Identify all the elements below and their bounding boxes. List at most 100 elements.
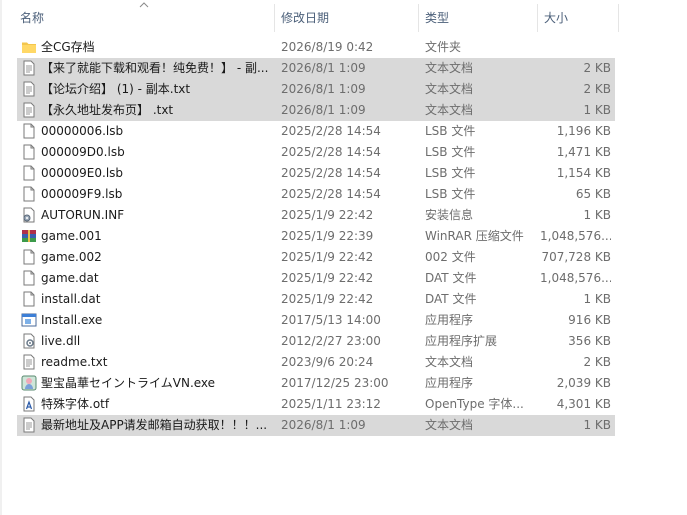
file-type: 文本文档 [425, 355, 474, 369]
file-size: 707,728 KB [541, 250, 611, 264]
text-file-icon [21, 60, 37, 76]
column-header-bar: 名称 修改日期 类型 大小 [0, 0, 687, 36]
file-name[interactable]: 000009F9.lsb [41, 184, 271, 205]
file-type: 文本文档 [425, 82, 474, 96]
file-size: 1,471 KB [556, 145, 611, 159]
file-size: 1,196 KB [556, 124, 611, 138]
file-icon [21, 249, 37, 265]
file-name[interactable]: 全CG存档 [41, 37, 271, 58]
file-row[interactable]: game.dat 2025/1/9 22:42 DAT 文件 1,048,576... [0, 268, 687, 289]
file-row[interactable]: 【永久地址发布页】 .txt 2026/8/1 1:09 文本文档 1 KB [0, 100, 687, 121]
column-header-date[interactable]: 修改日期 [275, 0, 418, 36]
file-name[interactable]: install.dat [41, 289, 271, 310]
file-name[interactable]: 00000006.lsb [41, 121, 271, 142]
file-name[interactable]: 000009E0.lsb [41, 163, 271, 184]
file-size: 1,154 KB [556, 166, 611, 180]
file-type: OpenType 字体... [425, 397, 524, 411]
file-size: 1 KB [583, 208, 611, 222]
file-type: 应用程序扩展 [425, 334, 498, 348]
file-size: 2,039 KB [556, 376, 611, 390]
file-name[interactable]: 最新地址及APP请发邮箱自动获取！！！... [41, 415, 271, 436]
file-name[interactable]: game.dat [41, 268, 271, 289]
settings-file-icon [21, 207, 37, 223]
file-name[interactable]: Install.exe [41, 310, 271, 331]
file-modified-date: 2025/1/9 22:42 [281, 292, 374, 306]
file-row[interactable]: 000009E0.lsb 2025/2/28 14:54 LSB 文件 1,154 K… [0, 163, 687, 184]
file-row[interactable]: Install.exe 2017/5/13 14:00 应用程序 916 KB [0, 310, 687, 331]
file-row[interactable]: game.001 2025/1/9 22:39 WinRAR 压缩文件 1,048,5… [0, 226, 687, 247]
file-type: 应用程序 [425, 313, 474, 327]
file-size: 356 KB [568, 334, 611, 348]
file-modified-date: 2025/1/11 23:12 [281, 397, 381, 411]
file-modified-date: 2025/2/28 14:54 [281, 145, 381, 159]
file-size: 2 KB [583, 61, 611, 75]
text-file-icon [21, 354, 37, 370]
file-row[interactable]: 00000006.lsb 2025/2/28 14:54 LSB 文件 1,196 K… [0, 121, 687, 142]
dll-file-icon [21, 333, 37, 349]
file-type: DAT 文件 [425, 292, 477, 306]
file-size: 1 KB [583, 292, 611, 306]
file-name[interactable]: 000009D0.lsb [41, 142, 271, 163]
file-type: LSB 文件 [425, 187, 476, 201]
file-row[interactable]: 000009F9.lsb 2025/2/28 14:54 LSB 文件 65 KB [0, 184, 687, 205]
file-size: 1,048,576... [540, 271, 611, 285]
file-icon [21, 123, 37, 139]
file-name[interactable]: game.002 [41, 247, 271, 268]
file-type: 文本文档 [425, 61, 474, 75]
file-size [540, 37, 611, 58]
file-modified-date: 2025/2/28 14:54 [281, 124, 381, 138]
file-row[interactable]: AUTORUN.INF 2025/1/9 22:42 安装信息 1 KB [0, 205, 687, 226]
file-modified-date: 2026/8/1 1:09 [281, 418, 366, 432]
file-row[interactable]: install.dat 2025/1/9 22:42 DAT 文件 1 KB [0, 289, 687, 310]
file-row[interactable]: 【论坛介绍】 (1) - 副本.txt 2026/8/1 1:09 文本文档 2 KB [0, 79, 687, 100]
file-size: 1 KB [583, 418, 611, 432]
file-type: WinRAR 压缩文件 [425, 229, 524, 243]
folder-icon [21, 39, 37, 55]
file-type: LSB 文件 [425, 124, 476, 138]
file-modified-date: 2025/1/9 22:39 [281, 229, 374, 243]
file-row[interactable]: readme.txt 2023/9/6 20:24 文本文档 2 KB [0, 352, 687, 373]
file-size: 4,301 KB [556, 397, 611, 411]
file-name[interactable]: 特殊字体.otf [41, 394, 271, 415]
file-name[interactable]: readme.txt [41, 352, 271, 373]
column-header-size[interactable]: 大小 [538, 0, 618, 36]
column-divider[interactable] [618, 4, 619, 32]
file-type: 文件夹 [425, 40, 462, 54]
file-modified-date: 2025/1/9 22:42 [281, 250, 374, 264]
file-name[interactable]: game.001 [41, 226, 271, 247]
file-name[interactable]: 【来了就能下载和观看！纯免费！】 - 副... [41, 58, 271, 79]
file-name[interactable]: 【论坛介绍】 (1) - 副本.txt [41, 79, 271, 100]
file-row[interactable]: 最新地址及APP请发邮箱自动获取！！！... 2026/8/1 1:09 文本文档 1… [0, 415, 687, 436]
file-icon [21, 291, 37, 307]
file-row[interactable]: 000009D0.lsb 2025/2/28 14:54 LSB 文件 1,471 K… [0, 142, 687, 163]
file-row[interactable]: 【来了就能下载和观看！纯免费！】 - 副... 2026/8/1 1:09 文本文档… [0, 58, 687, 79]
file-modified-date: 2025/2/28 14:54 [281, 166, 381, 180]
file-row[interactable]: game.002 2025/1/9 22:42 002 文件 707,728 KB [0, 247, 687, 268]
file-type: LSB 文件 [425, 145, 476, 159]
text-file-icon [21, 102, 37, 118]
file-size: 1,048,576... [540, 229, 611, 243]
file-type: DAT 文件 [425, 271, 477, 285]
file-row[interactable]: 聖宝晶華セイントライムVN.exe 2017/12/25 23:00 应用程序 2,0… [0, 373, 687, 394]
file-modified-date: 2012/2/27 23:00 [281, 334, 381, 348]
file-size: 916 KB [568, 313, 611, 327]
file-modified-date: 2025/1/9 22:42 [281, 208, 374, 222]
file-name[interactable]: 聖宝晶華セイントライムVN.exe [41, 373, 271, 394]
file-modified-date: 2026/8/1 1:09 [281, 103, 366, 117]
file-name[interactable]: live.dll [41, 331, 271, 352]
file-row[interactable]: 全CG存档 2026/8/19 0:42 文件夹 [0, 37, 687, 58]
file-type: 文本文档 [425, 418, 474, 432]
column-header-name[interactable]: 名称 [14, 0, 274, 36]
column-header-type[interactable]: 类型 [419, 0, 537, 36]
file-modified-date: 2025/2/28 14:54 [281, 187, 381, 201]
file-size: 2 KB [583, 82, 611, 96]
game-exe-icon [21, 375, 37, 391]
file-icon [21, 165, 37, 181]
file-modified-date: 2026/8/1 1:09 [281, 61, 366, 75]
file-type: 应用程序 [425, 376, 474, 390]
file-type: 安装信息 [425, 208, 474, 222]
file-row[interactable]: 特殊字体.otf 2025/1/11 23:12 OpenType 字体... 4,3… [0, 394, 687, 415]
file-name[interactable]: AUTORUN.INF [41, 205, 271, 226]
file-row[interactable]: live.dll 2012/2/27 23:00 应用程序扩展 356 KB [0, 331, 687, 352]
file-name[interactable]: 【永久地址发布页】 .txt [41, 100, 271, 121]
